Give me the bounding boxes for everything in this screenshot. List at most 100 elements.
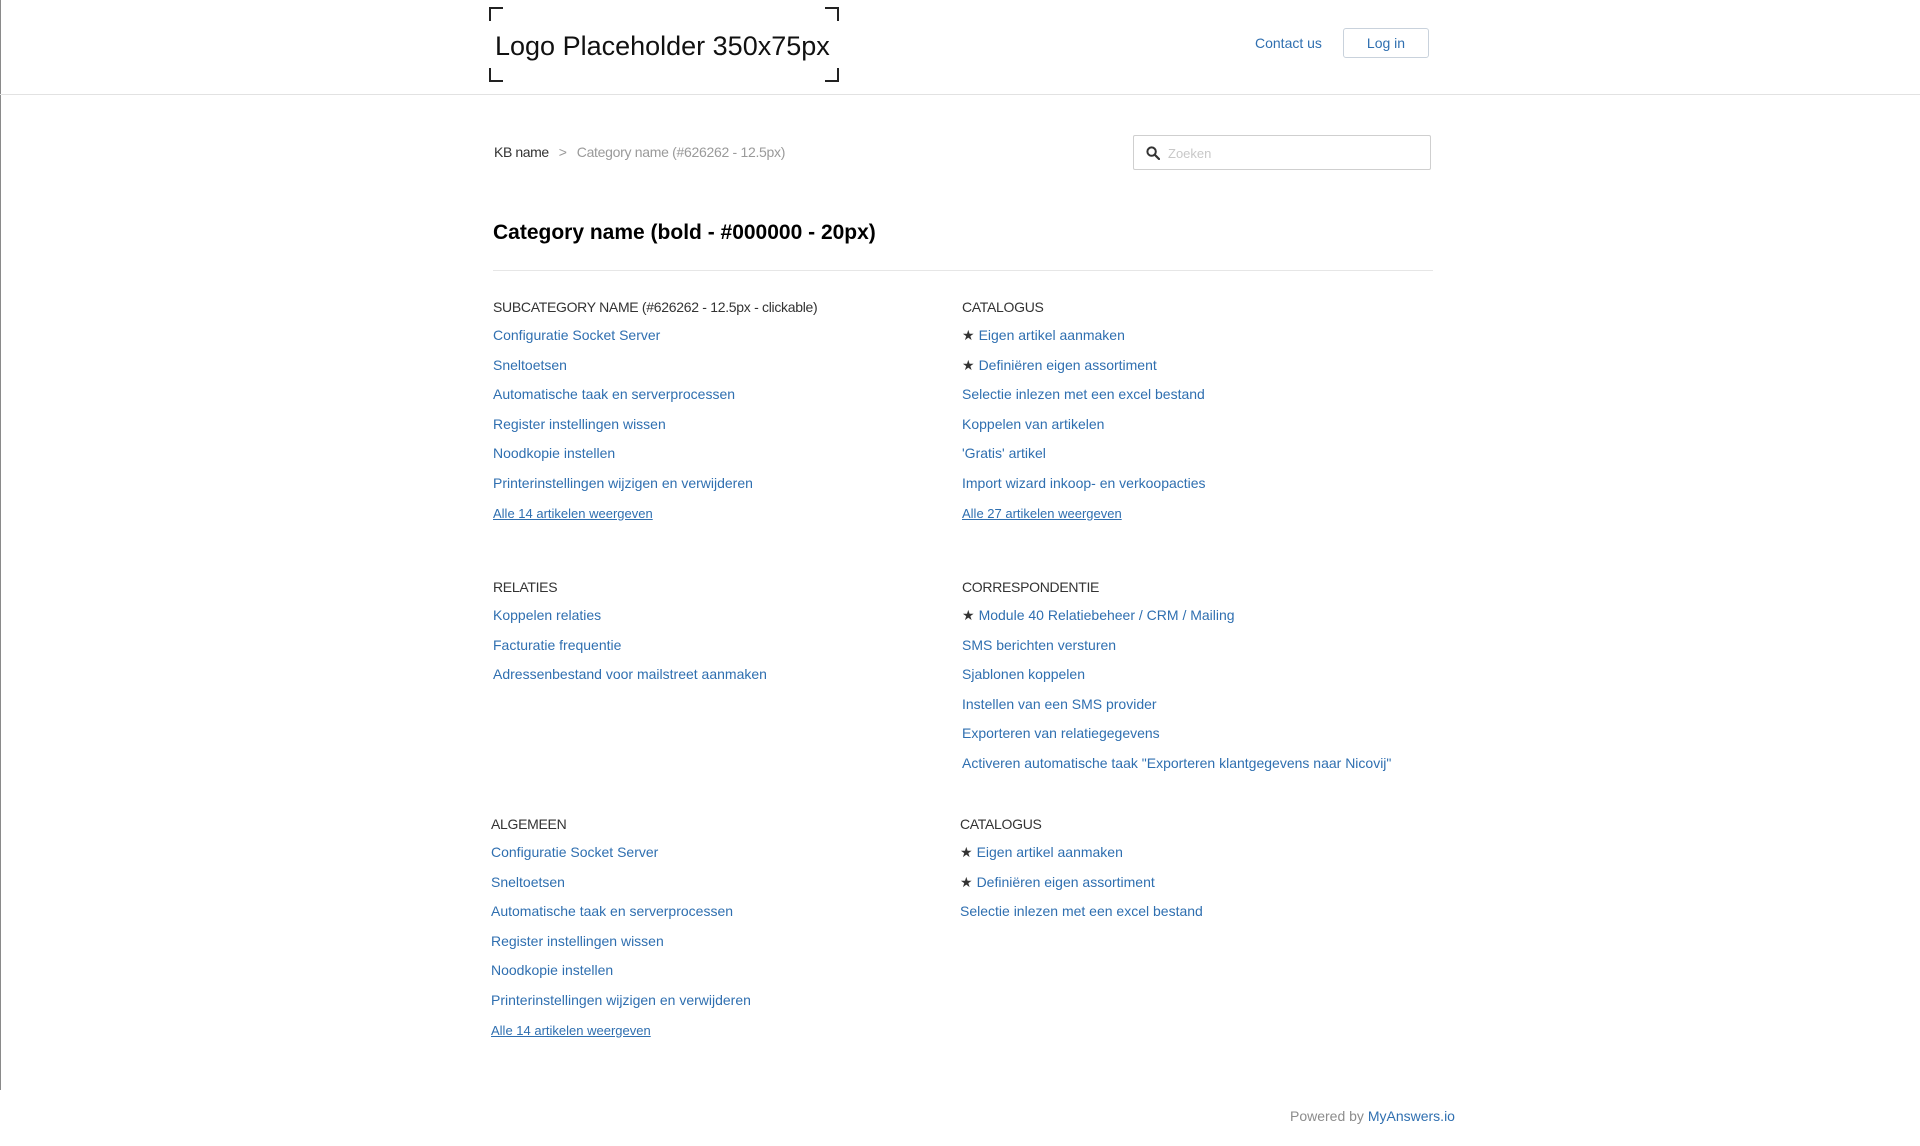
article-list: Configuratie Socket Server Sneltoetsen A… — [493, 321, 933, 499]
list-item: Noodkopie instellen — [491, 956, 931, 986]
section-subcategory: SUBCATEGORY NAME (#626262 - 12.5px - cli… — [493, 297, 933, 523]
breadcrumb-separator: > — [558, 144, 567, 160]
article-link[interactable]: Eigen artikel aanmaken — [979, 327, 1125, 343]
contact-us-link[interactable]: Contact us — [1255, 35, 1322, 51]
article-link[interactable]: Sneltoetsen — [491, 874, 565, 890]
article-link[interactable]: Instellen van een SMS provider — [962, 696, 1157, 712]
article-link[interactable]: Definiëren eigen assortiment — [979, 357, 1157, 373]
site-header: Logo Placeholder 350x75px Contact us Log… — [0, 0, 1920, 95]
list-item: Configuratie Socket Server — [493, 321, 933, 351]
list-item: Configuratie Socket Server — [491, 838, 931, 868]
section-heading[interactable]: RELATIES — [493, 577, 933, 597]
article-link[interactable]: Facturatie frequentie — [493, 637, 621, 653]
article-link[interactable]: Printerinstellingen wijzigen en verwijde… — [493, 475, 753, 491]
crop-corner-bottom-right — [825, 68, 839, 82]
article-link[interactable]: Module 40 Relatiebeheer / CRM / Mailing — [979, 607, 1235, 623]
list-item: Koppelen van artikelen — [962, 410, 1402, 440]
article-link[interactable]: Register instellingen wissen — [493, 416, 666, 432]
section-heading[interactable]: SUBCATEGORY NAME (#626262 - 12.5px - cli… — [493, 297, 933, 317]
list-item: Sneltoetsen — [493, 351, 933, 381]
star-icon: ★ — [960, 873, 973, 890]
article-link[interactable]: Automatische taak en serverprocessen — [493, 386, 735, 402]
list-item: Sneltoetsen — [491, 868, 931, 898]
list-item: 'Gratis' artikel — [962, 439, 1402, 469]
footer: Powered by MyAnswers.io — [1290, 1108, 1455, 1124]
breadcrumb-root[interactable]: KB name — [494, 144, 549, 160]
view-all-link[interactable]: Alle 14 artikelen weergeven — [491, 1023, 651, 1038]
article-link[interactable]: 'Gratis' artikel — [962, 445, 1046, 461]
article-link[interactable]: Eigen artikel aanmaken — [977, 844, 1123, 860]
list-item: ★ Module 40 Relatiebeheer / CRM / Mailing — [962, 601, 1402, 631]
article-link[interactable]: Exporteren van relatiegegevens — [962, 725, 1160, 741]
breadcrumb: KB name > Category name (#626262 - 12.5p… — [494, 144, 785, 160]
article-link[interactable]: Sneltoetsen — [493, 357, 567, 373]
list-item: Printerinstellingen wijzigen en verwijde… — [491, 986, 931, 1016]
crop-corner-bottom-left — [489, 68, 503, 82]
article-link[interactable]: Printerinstellingen wijzigen en verwijde… — [491, 992, 751, 1008]
logo-placeholder[interactable]: Logo Placeholder 350x75px — [489, 7, 839, 82]
list-item: Instellen van een SMS provider — [962, 690, 1402, 720]
star-icon: ★ — [962, 327, 975, 343]
star-icon: ★ — [962, 356, 975, 373]
article-link[interactable]: Import wizard inkoop- en verkoopacties — [962, 475, 1206, 491]
section-heading[interactable]: CATALOGUS — [960, 814, 1400, 834]
magnifier-icon — [1146, 146, 1160, 160]
article-link[interactable]: Koppelen van artikelen — [962, 416, 1104, 432]
list-item: SMS berichten versturen — [962, 631, 1402, 661]
list-item: Activeren automatische taak "Exporteren … — [962, 749, 1402, 779]
article-link[interactable]: Automatische taak en serverprocessen — [491, 903, 733, 919]
section-heading[interactable]: CORRESPONDENTIE — [962, 577, 1402, 597]
list-item: ★ Definiëren eigen assortiment — [962, 351, 1402, 381]
section-catalogus-2: CATALOGUS ★ Eigen artikel aanmaken ★ Defin… — [960, 814, 1400, 927]
search-input[interactable] — [1168, 142, 1418, 164]
article-list: Koppelen relaties Facturatie frequentie … — [493, 601, 933, 690]
article-list: ★ Eigen artikel aanmaken ★ Definiëren eige… — [962, 321, 1402, 499]
view-all-link[interactable]: Alle 27 artikelen weergeven — [962, 506, 1122, 521]
list-item: ★ Eigen artikel aanmaken — [962, 321, 1402, 351]
title-divider — [493, 270, 1433, 271]
crop-corner-top-right — [825, 7, 839, 21]
section-heading[interactable]: ALGEMEEN — [491, 814, 931, 834]
window-left-edge — [0, 0, 1, 1090]
list-item: Adressenbestand voor mailstreet aanmaken — [493, 660, 933, 690]
brand-link[interactable]: MyAnswers.io — [1368, 1108, 1455, 1124]
page-title: Category name (bold - #000000 - 20px) — [493, 221, 876, 244]
powered-by-text: Powered by — [1290, 1108, 1364, 1124]
crop-corner-top-left — [489, 7, 503, 21]
section-correspondentie: CORRESPONDENTIE ★ Module 40 Relatiebeheer… — [962, 577, 1402, 779]
article-link[interactable]: Selectie inlezen met een excel bestand — [960, 903, 1203, 919]
section-heading[interactable]: CATALOGUS — [962, 297, 1402, 317]
list-item: Noodkopie instellen — [493, 439, 933, 469]
star-icon: ★ — [962, 607, 975, 623]
list-item: ★ Eigen artikel aanmaken — [960, 838, 1400, 868]
section-algemeen: ALGEMEEN Configuratie Socket Server Snel… — [491, 814, 931, 1040]
star-icon: ★ — [960, 844, 973, 860]
section-catalogus: CATALOGUS ★ Eigen artikel aanmaken ★ Defin… — [962, 297, 1402, 523]
article-link[interactable]: Noodkopie instellen — [493, 445, 615, 461]
article-link[interactable]: SMS berichten versturen — [962, 637, 1116, 653]
article-link[interactable]: Activeren automatische taak "Exporteren … — [962, 755, 1391, 771]
logo-text: Logo Placeholder 350x75px — [495, 31, 830, 61]
list-item: Register instellingen wissen — [491, 927, 931, 957]
article-link[interactable]: Configuratie Socket Server — [493, 327, 660, 343]
article-link[interactable]: Koppelen relaties — [493, 607, 601, 623]
article-link[interactable]: Definiëren eigen assortiment — [977, 874, 1155, 890]
search-box[interactable] — [1133, 135, 1431, 170]
article-link[interactable]: Adressenbestand voor mailstreet aanmaken — [493, 666, 767, 682]
list-item: Exporteren van relatiegegevens — [962, 719, 1402, 749]
list-item: Register instellingen wissen — [493, 410, 933, 440]
login-button[interactable]: Log in — [1343, 28, 1429, 58]
view-all-link[interactable]: Alle 14 artikelen weergeven — [493, 506, 653, 521]
list-item: Automatische taak en serverprocessen — [491, 897, 931, 927]
article-link[interactable]: Noodkopie instellen — [491, 962, 613, 978]
list-item: Printerinstellingen wijzigen en verwijde… — [493, 469, 933, 499]
list-item: Selectie inlezen met een excel bestand — [960, 897, 1400, 927]
article-link[interactable]: Sjablonen koppelen — [962, 666, 1085, 682]
article-link[interactable]: Register instellingen wissen — [491, 933, 664, 949]
list-item: Facturatie frequentie — [493, 631, 933, 661]
breadcrumb-current: Category name (#626262 - 12.5px) — [576, 144, 786, 160]
article-link[interactable]: Configuratie Socket Server — [491, 844, 658, 860]
article-link[interactable]: Selectie inlezen met een excel bestand — [962, 386, 1205, 402]
article-list: ★ Module 40 Relatiebeheer / CRM / Mailing… — [962, 601, 1402, 779]
list-item: Sjablonen koppelen — [962, 660, 1402, 690]
